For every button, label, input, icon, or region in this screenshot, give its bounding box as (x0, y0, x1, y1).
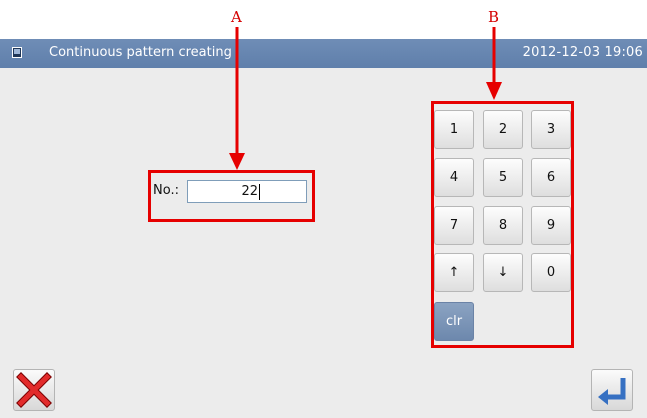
key-2-button[interactable]: 2 (483, 110, 523, 149)
annotation-label-b: B (488, 8, 500, 26)
cancel-button[interactable] (13, 369, 55, 411)
no-input-value: 22 (241, 184, 258, 199)
text-caret (259, 184, 260, 200)
key-1-button[interactable]: 1 (434, 110, 474, 149)
key-8-button[interactable]: 8 (483, 206, 523, 245)
clear-button[interactable]: clr (434, 302, 474, 341)
key-7-button[interactable]: 7 (434, 206, 474, 245)
window-icon (12, 47, 22, 58)
key-5-button[interactable]: 5 (483, 158, 523, 197)
enter-button[interactable] (591, 369, 633, 411)
enter-return-icon (598, 378, 626, 405)
window-title: Continuous pattern creating (49, 45, 232, 60)
datetime: 2012-12-03 19:06 (522, 45, 643, 60)
key-9-button[interactable]: 9 (531, 206, 571, 245)
key-up-button[interactable]: ↑ (434, 253, 474, 292)
key-down-button[interactable]: ↓ (483, 253, 523, 292)
close-x-icon (16, 372, 52, 408)
title-bar: Continuous pattern creating 2012-12-03 1… (0, 39, 647, 68)
key-4-button[interactable]: 4 (434, 158, 474, 197)
key-3-button[interactable]: 3 (531, 110, 571, 149)
no-input[interactable]: 22 (187, 180, 307, 203)
annotation-label-a: A (231, 8, 242, 26)
key-6-button[interactable]: 6 (531, 158, 571, 197)
no-label: No.: (153, 183, 179, 198)
key-0-button[interactable]: 0 (531, 253, 571, 292)
